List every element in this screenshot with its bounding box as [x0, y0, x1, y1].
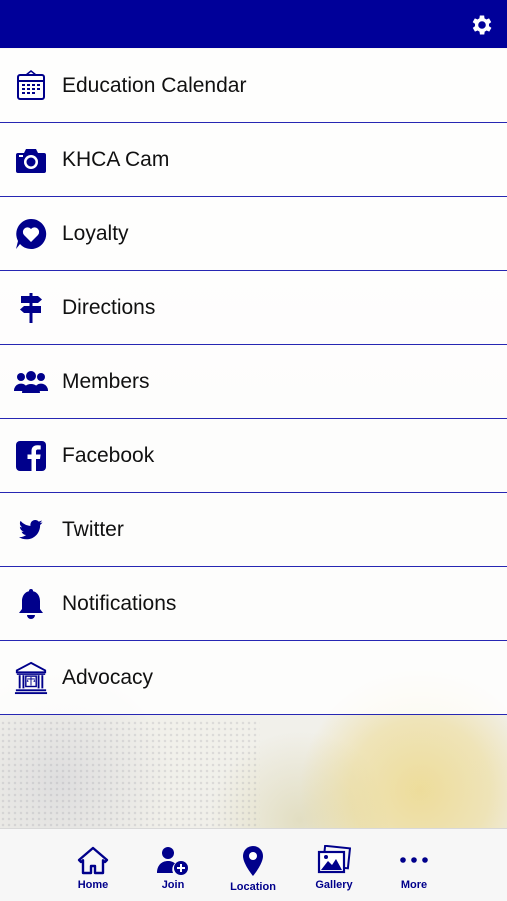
home-icon	[77, 846, 109, 875]
more-dots-icon	[400, 857, 428, 863]
tab-label: Home	[77, 879, 109, 891]
users-icon	[14, 365, 48, 399]
tab-more[interactable]: More	[374, 829, 454, 901]
menu-item-label: KHCA Cam	[62, 147, 170, 171]
menu-item-advocacy[interactable]: Advocacy	[0, 641, 507, 715]
top-bar	[0, 0, 507, 48]
tab-location[interactable]: Location	[213, 829, 293, 901]
menu-item-notifications[interactable]: Notifications	[0, 567, 507, 641]
calendar-icon	[14, 69, 48, 103]
menu-item-label: Facebook	[62, 443, 155, 467]
tab-gallery[interactable]: Gallery	[294, 829, 374, 901]
bell-icon	[14, 587, 48, 621]
menu-item-label: Twitter	[62, 517, 124, 541]
facebook-icon	[14, 439, 48, 473]
map-pin-icon	[243, 846, 263, 876]
gallery-icon	[317, 845, 351, 874]
heart-bubble-icon	[14, 217, 48, 251]
menu-list: Education Calendar KHCA Cam Loyalty Dire…	[0, 49, 507, 715]
tab-label: More	[400, 879, 428, 891]
bottom-tab-bar: Home Join Location Gallery More	[0, 828, 507, 901]
menu-item-label: Advocacy	[62, 665, 154, 689]
menu-item-label: Education Calendar	[62, 73, 247, 97]
menu-item-members[interactable]: Members	[0, 345, 507, 419]
menu-item-label: Loyalty	[62, 221, 129, 245]
tab-label: Gallery	[315, 879, 353, 891]
tab-label: Location	[230, 881, 276, 893]
menu-item-loyalty[interactable]: Loyalty	[0, 197, 507, 271]
menu-item-facebook[interactable]: Facebook	[0, 419, 507, 493]
signpost-icon	[14, 291, 48, 325]
camera-icon	[14, 143, 48, 177]
menu-item-education-calendar[interactable]: Education Calendar	[0, 49, 507, 123]
gear-icon[interactable]	[469, 12, 495, 38]
menu-item-directions[interactable]: Directions	[0, 271, 507, 345]
courthouse-icon	[14, 661, 48, 695]
tab-home[interactable]: Home	[53, 829, 133, 901]
menu-item-khca-cam[interactable]: KHCA Cam	[0, 123, 507, 197]
menu-item-label: Directions	[62, 295, 156, 319]
background-pattern	[0, 720, 260, 830]
menu-item-twitter[interactable]: Twitter	[0, 493, 507, 567]
twitter-icon	[14, 513, 48, 547]
add-user-icon	[157, 847, 188, 875]
menu-item-label: Notifications	[62, 591, 177, 615]
tab-label: Join	[161, 879, 185, 891]
tab-join[interactable]: Join	[133, 829, 213, 901]
menu-item-label: Members	[62, 369, 150, 393]
